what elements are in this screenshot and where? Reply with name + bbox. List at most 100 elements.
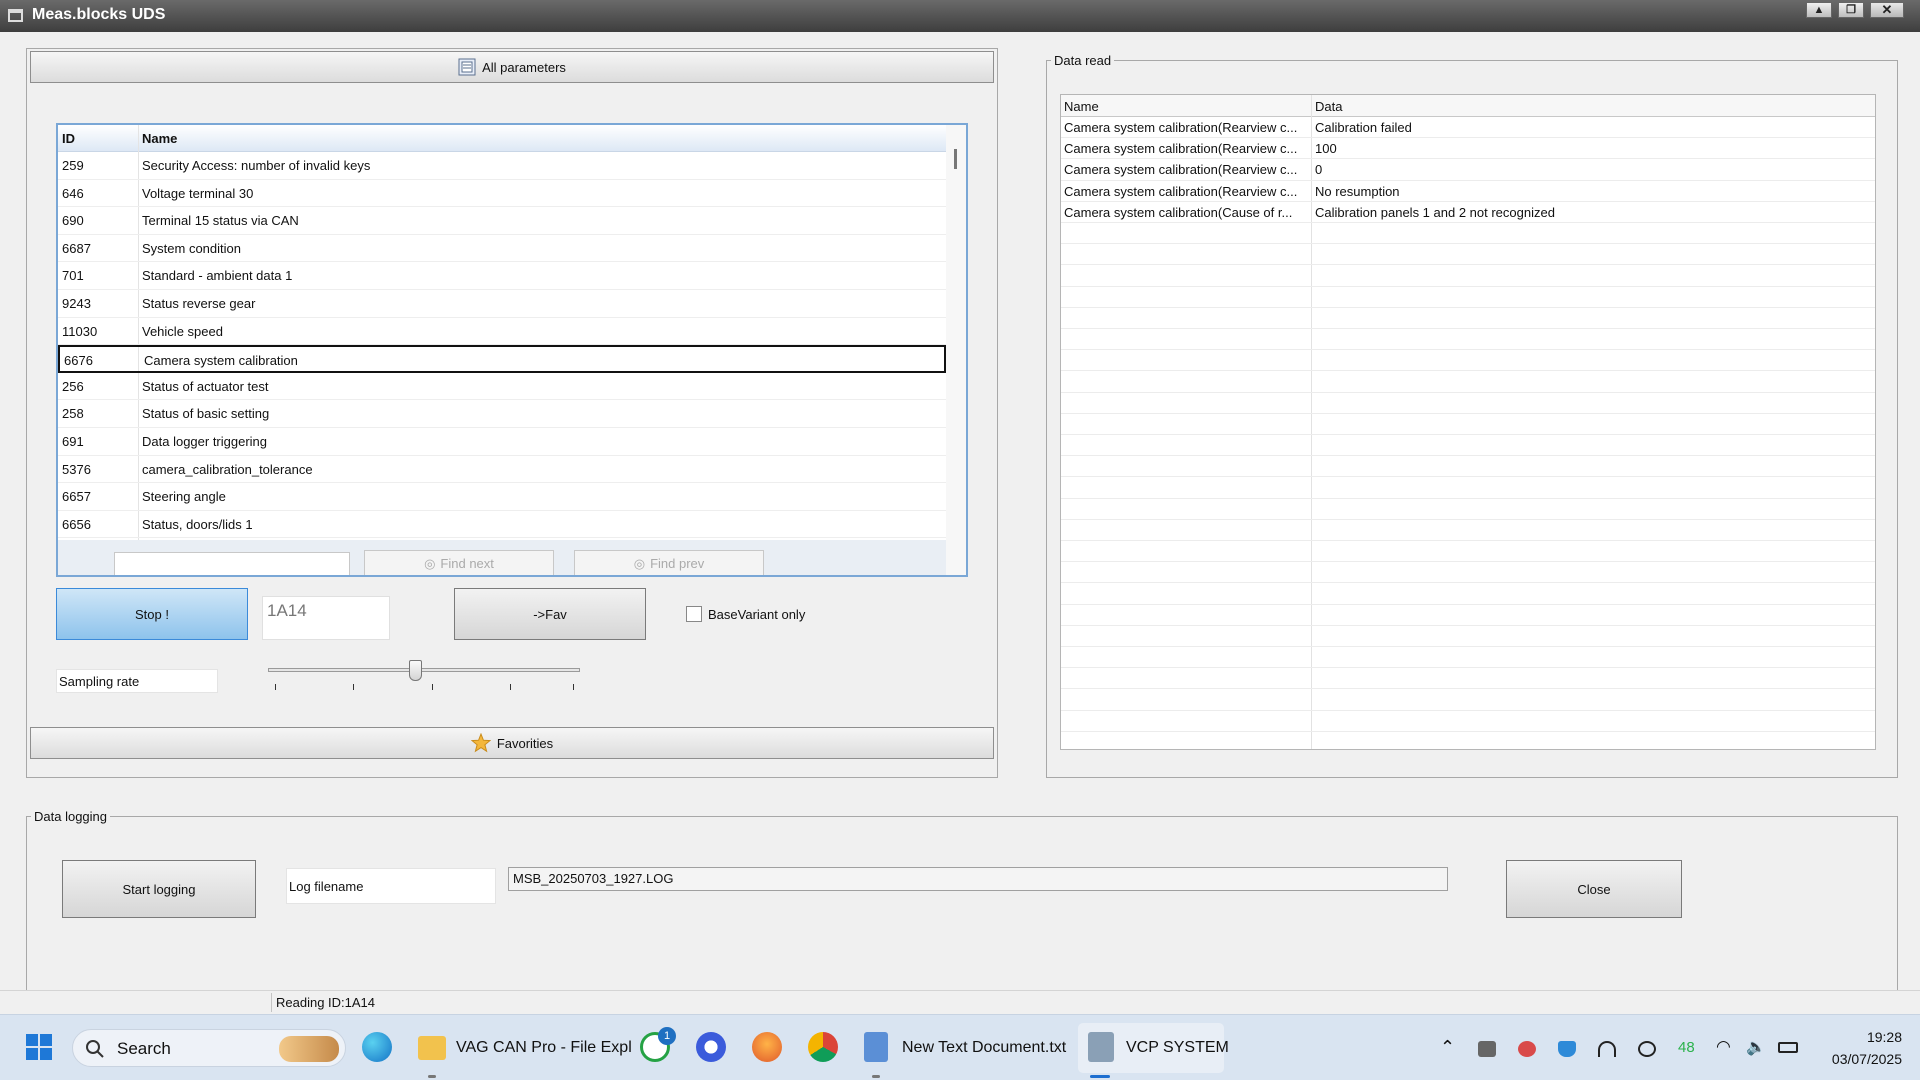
slider-tick xyxy=(573,684,574,690)
whatsapp-badge: 1 xyxy=(658,1027,676,1045)
duckduckgo-icon[interactable] xyxy=(752,1032,782,1062)
search-icon xyxy=(86,1040,104,1058)
windows-start-icon[interactable] xyxy=(24,1032,54,1062)
basevariant-checkbox[interactable] xyxy=(686,606,702,622)
list-item[interactable]: 690 Terminal 15 status via CAN xyxy=(58,207,946,235)
minimize-button[interactable]: ▲ xyxy=(1806,2,1832,18)
parameter-name: Terminal 15 status via CAN xyxy=(142,213,299,229)
data-row[interactable]: Camera system calibration(Rearview c... C… xyxy=(1061,117,1875,139)
list-item[interactable]: 259 Security Access: number of invalid ke… xyxy=(58,152,946,180)
parameter-name: Steering angle xyxy=(142,489,226,505)
vcp-system-label[interactable]: VCP SYSTEM xyxy=(1126,1039,1229,1057)
sampling-rate-label: Sampling rate xyxy=(56,669,218,693)
empty-row xyxy=(1061,732,1875,749)
slider-tick xyxy=(275,684,276,690)
parameter-id: 6656 xyxy=(62,516,91,532)
log-filename-label: Log filename xyxy=(286,868,496,904)
data-row[interactable]: Camera system calibration(Cause of r... C… xyxy=(1061,202,1875,223)
start-logging-button[interactable]: Start logging xyxy=(62,860,256,918)
file-explorer-label[interactable]: VAG CAN Pro - File Expl xyxy=(456,1039,632,1057)
add-to-favorites-button[interactable]: ->Fav xyxy=(454,588,646,640)
fav-label: ->Fav xyxy=(533,606,567,622)
scrollbar-thumb[interactable] xyxy=(954,149,957,169)
data-row[interactable]: Camera system calibration(Rearview c... 1… xyxy=(1061,138,1875,160)
empty-row xyxy=(1061,711,1875,732)
parameter-name: Status of actuator test xyxy=(142,378,269,394)
list-item[interactable]: 6687 System condition xyxy=(58,235,946,263)
log-filename-input[interactable]: MSB_20250703_1927.LOG xyxy=(508,867,1448,891)
find-text-input[interactable] xyxy=(114,552,350,575)
chat-app-icon[interactable] xyxy=(696,1032,726,1062)
list-item[interactable]: 6656 Status, doors/lids 1 xyxy=(58,511,946,539)
list-item[interactable]: 691 Data logger triggering xyxy=(58,428,946,456)
stop-label: Stop ! xyxy=(135,606,169,622)
data-row[interactable]: Camera system calibration(Rearview c... 0 xyxy=(1061,159,1875,181)
list-item[interactable]: 646 Voltage terminal 30 xyxy=(58,180,946,208)
list-vertical-scrollbar[interactable] xyxy=(946,125,966,575)
chevron-up-icon[interactable]: ⌃ xyxy=(1440,1037,1455,1058)
column-header-id[interactable]: ID xyxy=(62,131,75,146)
vcp-system-icon[interactable] xyxy=(1088,1032,1114,1062)
data-row-name: Camera system calibration(Rearview c... xyxy=(1064,141,1298,157)
all-parameters-button[interactable]: All parameters xyxy=(30,51,994,83)
data-row-name: Camera system calibration(Cause of r... xyxy=(1064,204,1293,220)
empty-row xyxy=(1061,520,1875,541)
find-next-button[interactable]: ◎ Find next xyxy=(364,550,554,575)
column-header-data[interactable]: Data xyxy=(1315,99,1342,114)
wifi-icon[interactable]: ◠ xyxy=(1716,1037,1731,1057)
empty-row xyxy=(1061,308,1875,329)
list-item[interactable]: 256 Status of actuator test xyxy=(58,373,946,401)
parameter-id: 258 xyxy=(62,406,84,422)
running-indicator xyxy=(872,1075,880,1078)
list-item-selected[interactable]: 6676 Camera system calibration xyxy=(58,345,946,373)
restore-button[interactable]: ❐ xyxy=(1838,2,1864,18)
list-item[interactable]: 6657 Steering angle xyxy=(58,483,946,511)
file-explorer-icon[interactable] xyxy=(418,1036,446,1060)
data-read-grid[interactable]: Name Data Camera system calibration(Rear… xyxy=(1060,94,1876,750)
parameter-id: 259 xyxy=(62,158,84,173)
column-header-name[interactable]: Name xyxy=(1064,99,1099,114)
security-shield-icon[interactable] xyxy=(1558,1041,1576,1057)
empty-row xyxy=(1061,223,1875,245)
list-item[interactable]: 11030 Vehicle speed xyxy=(58,318,946,346)
volume-icon[interactable]: 🔈 xyxy=(1746,1037,1766,1057)
find-next-icon: ◎ xyxy=(424,555,436,571)
tray-app-icon[interactable] xyxy=(1598,1041,1616,1057)
chrome-icon[interactable] xyxy=(808,1032,838,1062)
network-status-icon[interactable] xyxy=(1638,1041,1656,1057)
close-window-button[interactable]: ✕ xyxy=(1870,2,1904,18)
list-item[interactable]: 701 Standard - ambient data 1 xyxy=(58,262,946,290)
empty-row xyxy=(1061,371,1875,393)
column-header-name[interactable]: Name xyxy=(142,131,177,146)
sampling-rate-slider-thumb[interactable] xyxy=(408,660,422,681)
edge-browser-icon[interactable] xyxy=(362,1032,392,1062)
notepad-label[interactable]: New Text Document.txt xyxy=(902,1039,1066,1057)
system-menu-icon[interactable] xyxy=(8,9,23,22)
active-indicator xyxy=(1090,1075,1110,1078)
close-button[interactable]: Close xyxy=(1506,860,1682,918)
list-item[interactable]: 5376 camera_calibration_tolerance xyxy=(58,456,946,484)
notepad-icon[interactable] xyxy=(864,1032,888,1062)
battery-icon[interactable] xyxy=(1778,1042,1798,1053)
clock-time[interactable]: 19:28 xyxy=(1830,1029,1902,1045)
empty-row xyxy=(1061,477,1875,499)
clock-date[interactable]: 03/07/2025 xyxy=(1810,1051,1902,1067)
stop-button[interactable]: Stop ! xyxy=(56,588,248,640)
tray-app-icon[interactable] xyxy=(1478,1041,1496,1057)
sampling-rate-slider-track[interactable] xyxy=(268,668,580,672)
running-indicator xyxy=(428,1075,436,1078)
data-row[interactable]: Camera system calibration(Rearview c... N… xyxy=(1061,181,1875,202)
slider-tick xyxy=(353,684,354,690)
favorites-button[interactable]: Favorities xyxy=(30,727,994,759)
parameter-list-header: ID Name xyxy=(58,125,946,152)
parameter-list[interactable]: ID Name 259 Security Access: number of in… xyxy=(56,123,968,577)
find-prev-button[interactable]: ◎ Find prev xyxy=(574,550,764,575)
list-item[interactable]: 258 Status of basic setting xyxy=(58,400,946,428)
find-prev-label: Find prev xyxy=(650,556,705,571)
list-item[interactable]: 9243 Status reverse gear xyxy=(58,290,946,318)
taskbar-search-box[interactable]: Search xyxy=(72,1029,346,1067)
parameter-id: 701 xyxy=(62,268,84,284)
empty-row xyxy=(1061,647,1875,669)
id-input[interactable]: 1A14 xyxy=(262,596,390,640)
tray-app-icon[interactable] xyxy=(1518,1041,1536,1057)
